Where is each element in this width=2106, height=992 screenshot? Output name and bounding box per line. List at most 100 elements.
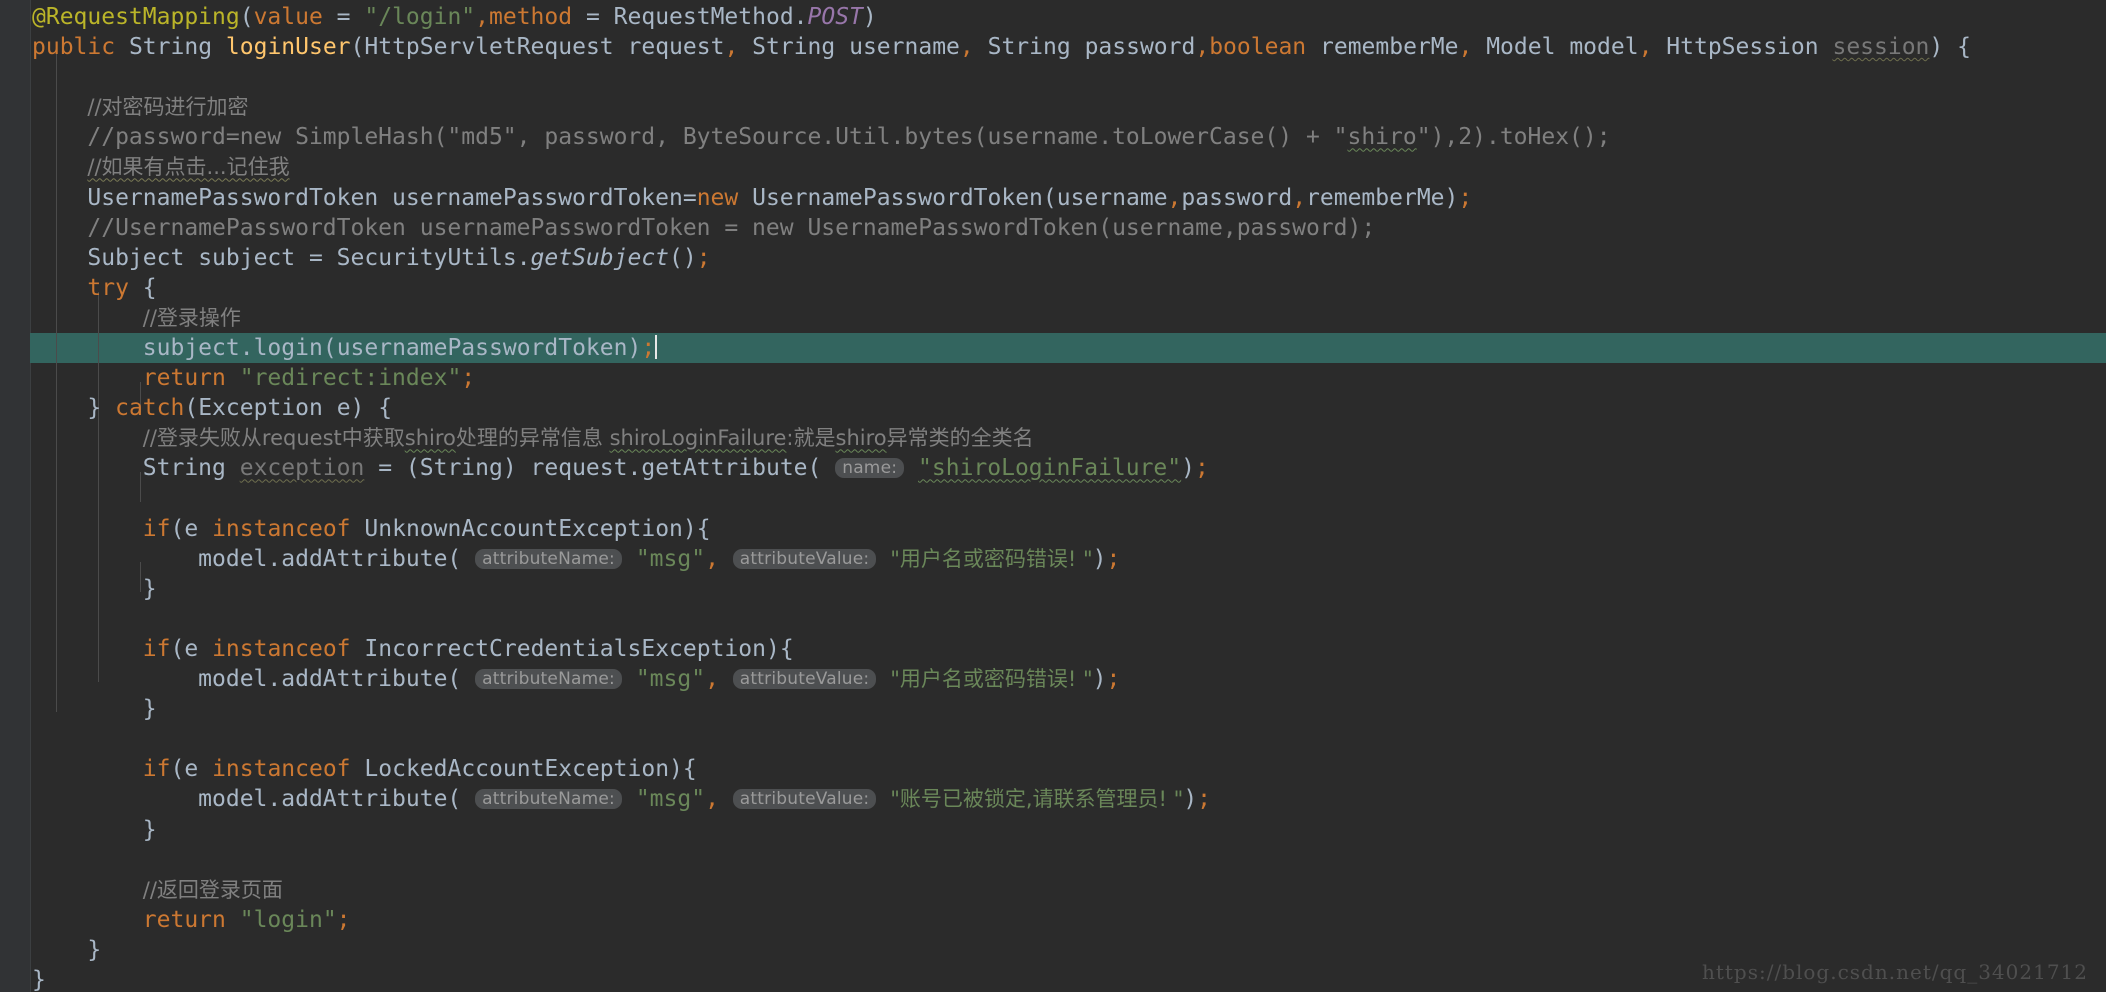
token-method-add-attribute-2: model.addAttribute	[198, 666, 448, 693]
token-keyword-return: return	[142, 365, 226, 392]
code-line-blank[interactable]	[30, 724, 2106, 754]
token-arg-upt: usernamePasswordToken	[336, 335, 628, 362]
code-line[interactable]: Subject subject = SecurityUtils.getSubje…	[30, 243, 2106, 273]
code-line[interactable]: }	[30, 694, 2106, 724]
token-field-post: POST	[807, 4, 863, 30]
token-method-get-subject: getSubject	[530, 244, 670, 271]
token-keyword-new: new	[696, 184, 739, 211]
token-param-session-unused: session	[1832, 34, 1930, 61]
token-param-username: username	[849, 34, 960, 61]
editor-gutter[interactable]	[0, 0, 31, 992]
token-string-redirect-index: "redirect:index"	[239, 365, 462, 392]
token-annotation: @RequestMapping	[32, 4, 240, 30]
token-comment-login-op: //登录操作	[142, 305, 241, 330]
token-type-incorrect-credentials: IncorrectCredentialsException	[364, 635, 766, 662]
token-var-exception-unused: exception	[239, 455, 365, 482]
code-line[interactable]: //如果有点击...记住我	[30, 152, 2106, 182]
code-line[interactable]: String exception = (String) request.getA…	[30, 453, 2106, 483]
token-string-user-pass-error-1: "用户名或密码错误! "	[890, 546, 1093, 571]
token-type-exception: Exception	[198, 395, 323, 422]
watermark-url: https://blog.csdn.net/qq_34021712	[1701, 960, 2088, 984]
code-line-blank[interactable]	[30, 62, 2106, 92]
token-type-string-local: String	[142, 455, 226, 482]
token-method-add-attribute-1: model.addAttribute	[198, 545, 448, 572]
token-string-msg-1: "msg"	[635, 545, 706, 572]
token-keyword-boolean: boolean	[1209, 34, 1307, 61]
code-line[interactable]: if(e instanceof LockedAccountException){	[30, 754, 2106, 784]
inlay-hint-attribute-name-1: attributeName:	[475, 548, 622, 569]
token-type-string-cast: String	[419, 455, 503, 482]
token-param-remember-me: rememberMe	[1320, 34, 1459, 61]
code-line[interactable]: model.addAttribute( attributeName: "msg"…	[30, 784, 2106, 814]
code-line[interactable]: return "login";	[30, 905, 2106, 935]
code-line[interactable]: @RequestMapping(value = "/login",method …	[30, 2, 2106, 32]
token-keyword-value: value	[253, 4, 323, 30]
token-string-msg-2: "msg"	[635, 666, 706, 693]
code-line[interactable]: //登录失败从request中获取shiro处理的异常信息 shiroLogin…	[30, 423, 2106, 453]
code-line[interactable]: //password=new SimpleHash("md5", passwor…	[30, 122, 2106, 152]
token-keyword-instanceof-3: instanceof	[212, 756, 351, 783]
code-line[interactable]: if(e instanceof UnknownAccountException)…	[30, 514, 2106, 544]
token-method-get-attribute: getAttribute	[641, 455, 808, 482]
code-line[interactable]: model.addAttribute( attributeName: "msg"…	[30, 544, 2106, 574]
token-var-subject-call: subject	[142, 335, 240, 362]
token-var-e: e	[336, 395, 351, 422]
inlay-hint-attribute-name-3: attributeName:	[475, 789, 622, 810]
token-type-locked-account: LockedAccountException	[364, 756, 670, 783]
token-type-subject: Subject	[87, 244, 185, 271]
inlay-hint-attribute-value-2: attributeValue:	[732, 669, 877, 690]
token-var-subject: subject	[198, 244, 296, 271]
code-editor[interactable]: @RequestMapping(value = "/login",method …	[0, 0, 2106, 992]
token-var-e-1: e	[184, 515, 199, 542]
code-line-blank[interactable]	[30, 845, 2106, 875]
token-var-upt: usernamePasswordToken	[392, 184, 683, 211]
token-comment-return-login-page: //返回登录页面	[142, 877, 283, 902]
token-var-e-2: e	[184, 635, 199, 662]
token-type-security-utils: SecurityUtils	[336, 244, 517, 271]
code-line[interactable]: if(e instanceof IncorrectCredentialsExce…	[30, 634, 2106, 664]
token-type-upt-ctor: UsernamePasswordToken	[752, 184, 1043, 211]
token-string-user-pass-error-2: "用户名或密码错误! "	[890, 667, 1093, 692]
inlay-hint-attribute-value-1: attributeValue:	[732, 548, 877, 569]
code-line[interactable]: }	[30, 574, 2106, 604]
token-type-request-method: RequestMethod	[613, 4, 794, 30]
token-var-request: request	[530, 455, 628, 482]
token-keyword-instanceof-2: instanceof	[212, 635, 351, 662]
token-comment-upt-alt: //UsernamePasswordToken usernamePassword…	[87, 214, 1376, 241]
token-param-model: model	[1569, 34, 1639, 61]
code-line[interactable]: //返回登录页面	[30, 875, 2106, 905]
token-keyword-return-2: return	[142, 906, 226, 933]
code-content[interactable]: @RequestMapping(value = "/login",method …	[30, 0, 2106, 992]
code-line[interactable]: model.addAttribute( attributeName: "msg"…	[30, 664, 2106, 694]
token-var-e-3: e	[184, 756, 199, 783]
token-type-string-3: String	[987, 34, 1071, 61]
token-type-string-2: String	[752, 34, 836, 61]
token-type-http-servlet-request: HttpServletRequest	[364, 34, 614, 61]
token-string-msg-3: "msg"	[635, 786, 706, 813]
code-line[interactable]: try {	[30, 273, 2106, 303]
code-line[interactable]: UsernamePasswordToken usernamePasswordTo…	[30, 183, 2106, 213]
code-line[interactable]: return "redirect:index";	[30, 363, 2106, 393]
token-string-shiro-login-failure: "shiroLoginFailure"	[918, 455, 1182, 482]
code-line[interactable]: } catch(Exception e) {	[30, 393, 2106, 423]
text-caret	[655, 335, 658, 360]
code-line-selected[interactable]: subject.login(usernamePasswordToken);	[30, 333, 2106, 364]
token-method-add-attribute-3: model.addAttribute	[198, 786, 448, 813]
token-string-account-locked: "账号已被锁定,请联系管理员! "	[890, 787, 1184, 812]
inlay-hint-name: name:	[835, 458, 905, 479]
token-keyword-method: method	[489, 4, 573, 30]
code-line[interactable]: //UsernamePasswordToken usernamePassword…	[30, 213, 2106, 243]
code-line[interactable]: //对密码进行加密	[30, 92, 2106, 122]
token-string-login: "login"	[239, 906, 337, 933]
token-method-login: login	[253, 335, 323, 362]
token-keyword-public: public	[32, 34, 116, 61]
token-type-model: Model	[1486, 34, 1556, 61]
code-line[interactable]: }	[30, 815, 2106, 845]
token-keyword-try: try	[87, 274, 129, 301]
code-line[interactable]: public String loginUser(HttpServletReque…	[30, 32, 2106, 62]
code-line-blank[interactable]	[30, 484, 2106, 514]
token-arg-username: username	[1056, 184, 1168, 211]
code-line[interactable]: //登录操作	[30, 303, 2106, 333]
code-line-blank[interactable]	[30, 604, 2106, 634]
token-keyword-instanceof-1: instanceof	[212, 515, 351, 542]
